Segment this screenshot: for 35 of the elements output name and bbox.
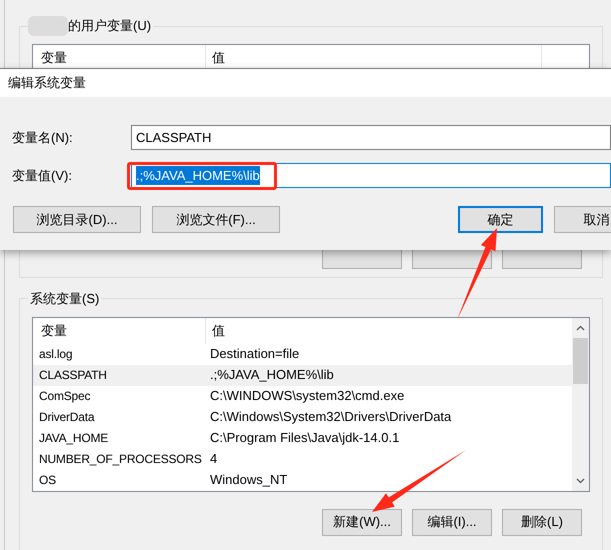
list-button[interactable]: 新建(W)...: [322, 508, 402, 536]
dialog-button[interactable]: 确定: [458, 206, 543, 233]
text-field[interactable]: .;%JAVA_HOME%\lib: [131, 163, 611, 188]
variable-value: .;%JAVA_HOME%\lib: [209, 366, 335, 384]
list-row[interactable]: CLASSPATH .;%JAVA_HOME%\lib: [33, 364, 572, 386]
dialog-button[interactable]: 取消: [554, 206, 611, 233]
variable-name: NUMBER_OF_PROCESSORS: [38, 451, 203, 468]
text-field[interactable]: CLASSPATH: [131, 125, 611, 150]
column-header[interactable]: 值: [206, 318, 572, 344]
field-value: .;%JAVA_HOME%\lib: [136, 166, 260, 186]
field-label: 变量值(V):: [12, 166, 73, 185]
variable-name: DriverData: [38, 409, 96, 426]
variable-value: C:\WINDOWS\system32\cmd.exe: [209, 387, 406, 406]
field-label: 变量名(N):: [12, 128, 74, 147]
dialog-button[interactable]: 浏览文件(F)...: [152, 206, 280, 233]
field-value: CLASSPATH: [136, 128, 212, 147]
variable-value: C:\Program Files\Java\jdk-14.0.1: [209, 429, 400, 448]
list-button[interactable]: 编辑(I)...: [412, 508, 492, 536]
variable-name: ComSpec: [38, 388, 92, 405]
scrollbar-thumb[interactable]: [573, 338, 588, 384]
variable-name: asl.log: [38, 346, 74, 363]
variable-name: JAVA_HOME: [38, 430, 110, 447]
variable-name: OS: [38, 472, 57, 489]
scrollbar[interactable]: [572, 318, 589, 490]
variable-name: CLASSPATH: [38, 367, 108, 384]
variable-value: Destination=file: [209, 345, 300, 364]
variable-value: Windows_NT: [209, 471, 288, 490]
variable-value: C:\Windows\System32\Drivers\DriverData: [209, 408, 452, 426]
dialog-title: 编辑系统变量: [8, 74, 86, 92]
variable-value: 4: [209, 450, 218, 468]
group-title: 系统变量(S): [29, 290, 100, 308]
dialog-button[interactable]: 浏览目录(D)...: [13, 206, 141, 233]
column-header[interactable]: 值: [206, 45, 541, 71]
group-title: 的用户变量(U): [68, 17, 152, 36]
list-button[interactable]: 删除(L): [502, 508, 582, 536]
